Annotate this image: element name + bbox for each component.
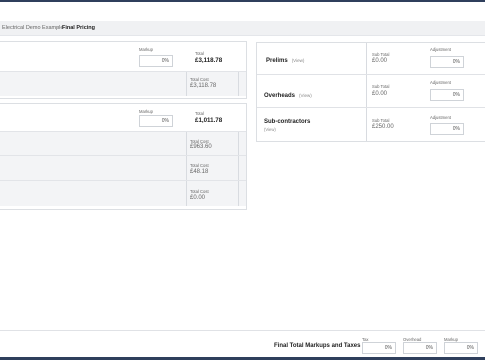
prelims-title: Prelims (View)	[266, 58, 305, 64]
markup-input[interactable]: 0%	[444, 342, 478, 354]
subtotal-label: Sub Total	[372, 84, 390, 89]
total-cost-value: £0.00	[190, 195, 206, 201]
adjustment-input[interactable]: 0%	[430, 123, 464, 135]
total-cost-label: Total Cost	[190, 163, 209, 168]
subcontractors-title: Sub-contractors	[264, 119, 311, 125]
total-label: Total	[195, 111, 204, 116]
cost-panel-1: Markup 0% Total £3,118.78 Total Cost £3,…	[0, 41, 247, 99]
additional-costs-panel: Prelims (View) Sub Total £0.00 Adjustment…	[256, 42, 485, 142]
cost-panel-2: Markup 0% Total £1,011.78 Total Cost £96…	[0, 103, 247, 210]
adjustment-label: Adjustment	[430, 115, 451, 120]
final-totals-title: Final Total Markups and Taxes	[274, 343, 361, 349]
cost-row: Total Cost £3,118.78	[0, 71, 246, 96]
breadcrumb-separator: ›	[56, 25, 58, 31]
total-value: £1,011.78	[195, 117, 223, 124]
total-cost-value: £3,118.78	[190, 83, 217, 89]
overheads-title: Overheads (View)	[264, 93, 312, 99]
top-nav-bar	[0, 0, 485, 2]
total-value: £3,118.78	[195, 57, 223, 64]
subtotal-label: Sub Total	[372, 118, 390, 123]
overhead-input[interactable]: 0%	[403, 342, 437, 354]
breadcrumb-current: Final Pricing	[62, 25, 96, 31]
total-label: Total	[195, 51, 204, 56]
subtotal-value: £0.00	[372, 91, 388, 97]
overheads-view-link[interactable]: (View)	[299, 93, 312, 98]
breadcrumb-project-link[interactable]: Electrical Demo Example	[2, 21, 63, 35]
total-cost-label: Total Cost	[190, 77, 209, 82]
prelims-view-link[interactable]: (View)	[292, 58, 305, 63]
adjustment-label: Adjustment	[430, 80, 451, 85]
markup-input[interactable]: 0%	[139, 115, 173, 127]
breadcrumb: Electrical Demo Example › Final Pricing	[0, 21, 485, 36]
cost-row: Total Cost £963.60	[0, 131, 246, 156]
adjustment-label: Adjustment	[430, 47, 451, 52]
subtotal-value: £0.00	[372, 58, 388, 64]
subtotal-label: Sub Total	[372, 52, 390, 57]
markup-label: Markup	[139, 109, 153, 114]
total-cost-value: £48.18	[190, 169, 209, 175]
cost-row: Total Cost £48.18	[0, 155, 246, 181]
subcontractors-view-link[interactable]: (View)	[264, 127, 276, 132]
adjustment-input[interactable]: 0%	[430, 56, 464, 68]
markup-label: Markup	[139, 47, 153, 52]
adjustment-input[interactable]: 0%	[430, 89, 464, 101]
markup-input[interactable]: 0%	[139, 55, 173, 67]
cost-row: Total Cost £0.00	[0, 180, 246, 206]
total-cost-label: Total Cost	[190, 189, 209, 194]
final-totals-bar: Final Total Markups and Taxes Tax 0% Ove…	[0, 330, 485, 359]
tax-input[interactable]: 0%	[362, 342, 396, 354]
subtotal-value: £250.00	[372, 124, 394, 130]
total-cost-value: £963.60	[190, 144, 212, 150]
